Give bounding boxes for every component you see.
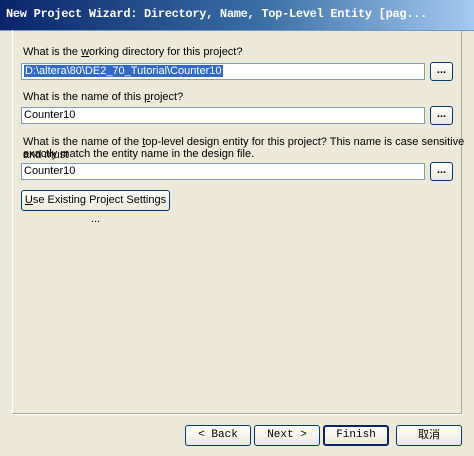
window-title: New Project Wizard: Directory, Name, Top… [6,7,427,21]
top-level-entity-value: Counter10 [24,165,76,177]
back-button[interactable]: < Back [185,425,251,446]
use-existing-settings-button[interactable]: Use Existing Project Settings ... [21,190,170,225]
next-button[interactable]: Next > [254,425,320,446]
finish-button[interactable]: Finish [323,425,389,446]
top-level-entity-input[interactable]: Counter10 [21,163,425,180]
working-directory-input[interactable]: D:\altera\80\DE2_70_Tutorial\Counter10 [21,63,425,80]
left-edge [12,30,13,414]
footer-separator [12,413,462,415]
project-name-input[interactable]: Counter10 [21,107,425,124]
top-level-entity-label-line2: exactly match the entity name in the des… [23,148,255,160]
project-name-browse-button[interactable]: ... [430,106,453,125]
project-name-value: Counter10 [24,109,76,121]
project-name-label: What is the name of this project? [23,91,184,103]
working-directory-label: What is the working directory for this p… [23,46,243,58]
working-directory-value: D:\altera\80\DE2_70_Tutorial\Counter10 [24,65,223,77]
working-directory-browse-button[interactable]: ... [430,62,453,81]
top-level-entity-browse-button[interactable]: ... [430,162,453,181]
right-edge [461,30,462,414]
cancel-button[interactable]: 取消 [396,425,462,446]
title-bar[interactable]: New Project Wizard: Directory, Name, Top… [0,0,474,31]
